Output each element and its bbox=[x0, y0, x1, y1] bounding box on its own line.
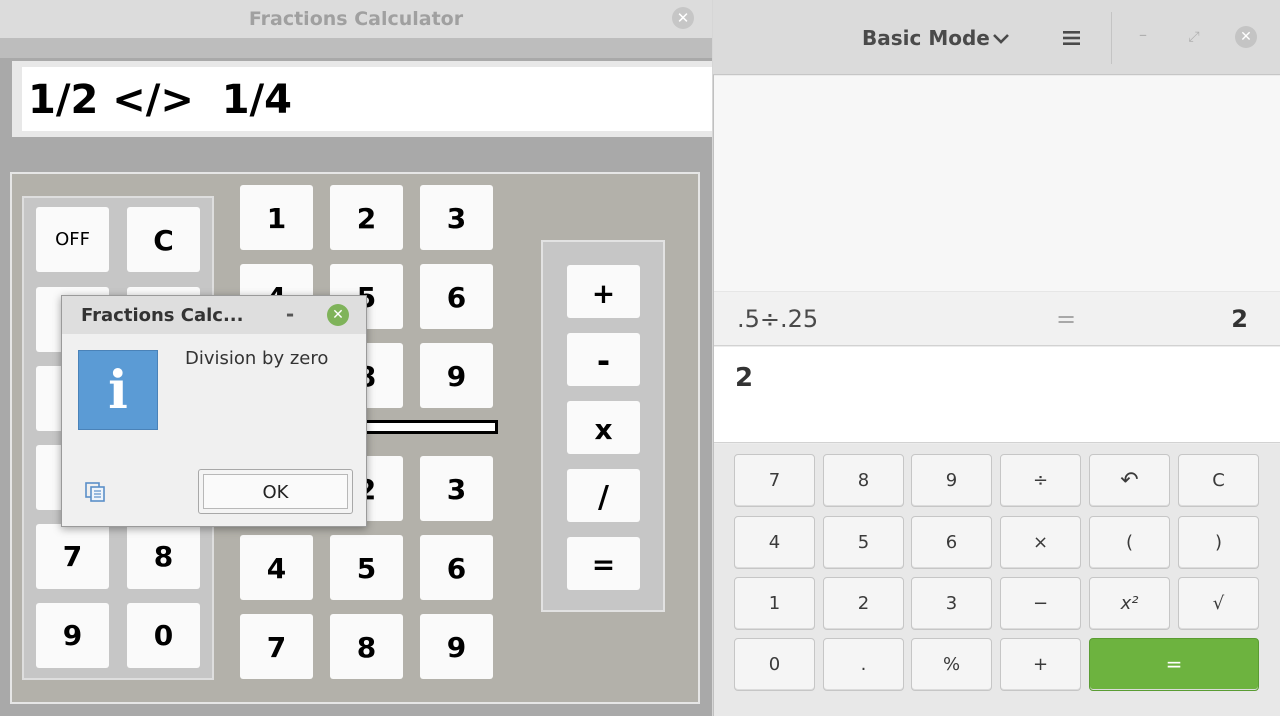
denominator-key-8[interactable]: 8 bbox=[330, 614, 403, 679]
calc-key-divide[interactable]: ÷ bbox=[1000, 454, 1081, 507]
clear-button[interactable]: C bbox=[127, 207, 200, 272]
history-area bbox=[714, 76, 1280, 291]
calc-key-clear[interactable]: C bbox=[1178, 454, 1259, 507]
undo-icon[interactable]: ↶ bbox=[1089, 454, 1170, 507]
calc-key-subtract[interactable]: − bbox=[1000, 577, 1081, 630]
left-panel-key-9[interactable]: 9 bbox=[36, 603, 109, 668]
history-equals: = bbox=[1055, 305, 1077, 333]
chevron-down-icon[interactable] bbox=[990, 22, 1012, 54]
calc-key-square[interactable]: x² bbox=[1089, 577, 1170, 630]
left-panel-key-0[interactable]: 0 bbox=[127, 603, 200, 668]
calc-key-decimal[interactable]: . bbox=[823, 638, 904, 691]
add-button[interactable]: + bbox=[567, 265, 640, 318]
dialog-message: Division by zero bbox=[185, 348, 329, 369]
calc-key-add[interactable]: + bbox=[1000, 638, 1081, 691]
ok-button[interactable]: OK bbox=[203, 474, 348, 509]
fractions-toolbar-strip bbox=[0, 38, 712, 58]
calc-key-6[interactable]: 6 bbox=[911, 516, 992, 569]
fractions-window-title: Fractions Calculator bbox=[248, 8, 464, 30]
calc-key-8[interactable]: 8 bbox=[823, 454, 904, 507]
calc-key-4[interactable]: 4 bbox=[734, 516, 815, 569]
divide-button[interactable]: / bbox=[567, 469, 640, 522]
calc-key-open-paren[interactable]: ( bbox=[1089, 516, 1170, 569]
denominator-key-5[interactable]: 5 bbox=[330, 535, 403, 600]
header-separator bbox=[1111, 12, 1112, 64]
calculator-close-icon[interactable]: ✕ bbox=[1235, 26, 1257, 48]
calc-equals-button[interactable]: = bbox=[1089, 638, 1259, 691]
calc-key-1[interactable]: 1 bbox=[734, 577, 815, 630]
calc-key-3[interactable]: 3 bbox=[911, 577, 992, 630]
off-button[interactable]: OFF bbox=[36, 207, 109, 272]
history-result[interactable]: 2 bbox=[1180, 303, 1248, 335]
calc-key-percent[interactable]: % bbox=[911, 638, 992, 691]
calc-key-multiply[interactable]: × bbox=[1000, 516, 1081, 569]
calc-key-7[interactable]: 7 bbox=[734, 454, 815, 507]
info-icon: i bbox=[78, 350, 158, 430]
equals-button[interactable]: = bbox=[567, 537, 640, 590]
calc-key-sqrt[interactable]: √ bbox=[1178, 577, 1259, 630]
denominator-key-9[interactable]: 9 bbox=[420, 614, 493, 679]
left-panel-key-7[interactable]: 7 bbox=[36, 524, 109, 589]
calc-key-close-paren[interactable]: ) bbox=[1178, 516, 1259, 569]
subtract-button[interactable]: - bbox=[567, 333, 640, 386]
numerator-key-3[interactable]: 3 bbox=[420, 185, 493, 250]
fraction-bar bbox=[360, 420, 498, 434]
dialog-minimize-button[interactable]: - bbox=[280, 300, 300, 330]
denominator-key-6[interactable]: 6 bbox=[420, 535, 493, 600]
denominator-key-7[interactable]: 7 bbox=[240, 614, 313, 679]
fractions-close-icon[interactable]: ✕ bbox=[672, 7, 694, 29]
numerator-key-6[interactable]: 6 bbox=[420, 264, 493, 329]
dialog-close-icon[interactable]: ✕ bbox=[327, 304, 349, 326]
calc-key-2[interactable]: 2 bbox=[823, 577, 904, 630]
copy-icon[interactable] bbox=[83, 480, 107, 504]
denominator-key-4[interactable]: 4 bbox=[240, 535, 313, 600]
calc-key-5[interactable]: 5 bbox=[823, 516, 904, 569]
hamburger-menu-icon[interactable] bbox=[1060, 24, 1084, 52]
multiply-button[interactable]: x bbox=[567, 401, 640, 454]
numerator-key-2[interactable]: 2 bbox=[330, 185, 403, 250]
numerator-key-9[interactable]: 9 bbox=[420, 343, 493, 408]
left-panel-key-8[interactable]: 8 bbox=[127, 524, 200, 589]
minimize-button[interactable]: – bbox=[1133, 23, 1153, 51]
calc-key-0[interactable]: 0 bbox=[734, 638, 815, 691]
dialog-title: Fractions Calc... bbox=[81, 305, 244, 326]
history-expression[interactable]: .5÷.25 bbox=[737, 303, 937, 335]
fractions-display: 1/2 </> 1/4 bbox=[22, 67, 712, 131]
calc-key-9[interactable]: 9 bbox=[911, 454, 992, 507]
restore-icon[interactable]: ⤢ bbox=[1183, 23, 1205, 51]
numerator-key-1[interactable]: 1 bbox=[240, 185, 313, 250]
denominator-key-3[interactable]: 3 bbox=[420, 456, 493, 521]
entry-value: 2 bbox=[735, 363, 754, 393]
